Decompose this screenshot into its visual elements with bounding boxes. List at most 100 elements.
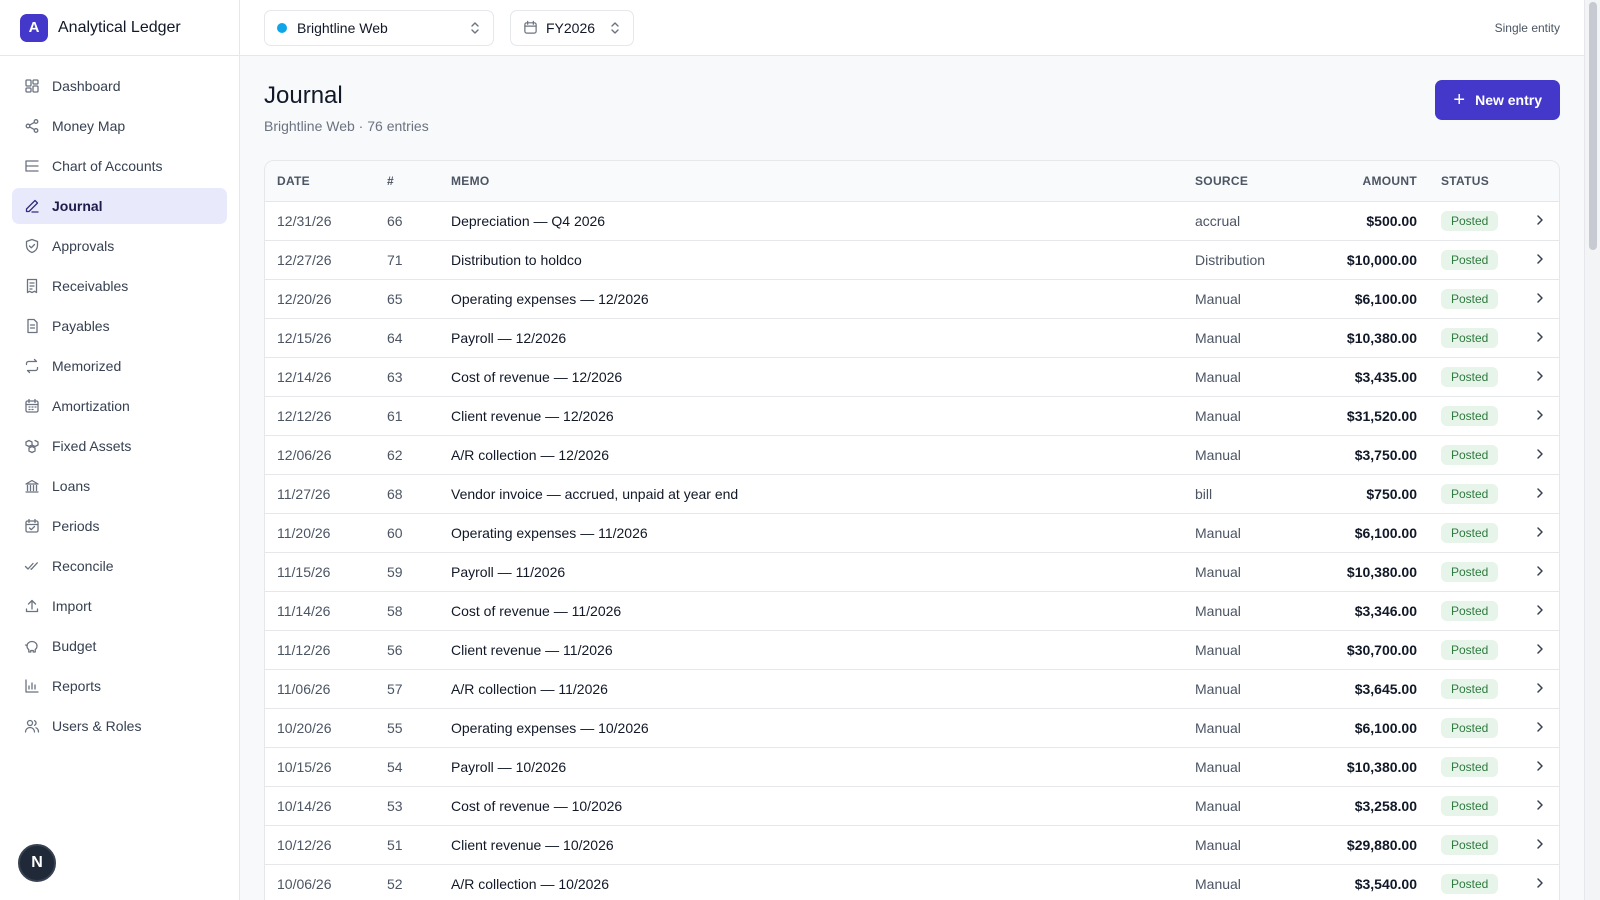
cell-number: 55 <box>387 720 403 736</box>
table-row[interactable]: 11/20/26 60 Operating expenses — 11/2026 Ma… <box>265 514 1559 553</box>
sidebar-item-reports[interactable]: Reports <box>12 668 227 704</box>
sidebar-item-journal[interactable]: Journal <box>12 188 227 224</box>
chevron-right-icon[interactable] <box>1517 447 1559 463</box>
cell-memo: Depreciation — Q4 2026 <box>451 213 606 229</box>
sidebar-item-import[interactable]: Import <box>12 588 227 624</box>
entity-select[interactable]: Brightline Web <box>264 9 494 46</box>
chevron-right-icon[interactable] <box>1517 213 1559 229</box>
cell-number: 64 <box>387 330 403 346</box>
chevron-right-icon[interactable] <box>1517 525 1559 541</box>
table-row[interactable]: 10/12/26 51 Client revenue — 10/2026 Manual… <box>265 826 1559 865</box>
cell-status: Posted <box>1417 679 1517 699</box>
header-date[interactable]: DATE <box>265 174 377 188</box>
sidebar-item-budget[interactable]: Budget <box>12 628 227 664</box>
chevron-right-icon[interactable] <box>1517 876 1559 892</box>
sidebar-item-label: Journal <box>52 198 103 214</box>
chevron-right-icon[interactable] <box>1517 486 1559 502</box>
sidebar-item-periods[interactable]: Periods <box>12 508 227 544</box>
new-entry-label: New entry <box>1475 92 1542 108</box>
sidebar-item-dashboard[interactable]: Dashboard <box>12 68 227 104</box>
sidebar-item-fixed-assets[interactable]: Fixed Assets <box>12 428 227 464</box>
cell-number: 53 <box>387 798 403 814</box>
table-row[interactable]: 12/27/26 71 Distribution to holdco Distribu… <box>265 241 1559 280</box>
assistant-bubble[interactable]: N <box>18 844 56 882</box>
status-badge: Posted <box>1441 406 1499 426</box>
sidebar-item-chart-of-accounts[interactable]: Chart of Accounts <box>12 148 227 184</box>
table-row[interactable]: 12/06/26 62 A/R collection — 12/2026 Manual… <box>265 436 1559 475</box>
cell-status: Posted <box>1417 328 1517 348</box>
sidebar-item-users-and-roles[interactable]: Users & Roles <box>12 708 227 744</box>
sidebar-item-payables[interactable]: Payables <box>12 308 227 344</box>
sidebar-item-money-map[interactable]: Money Map <box>12 108 227 144</box>
table-row[interactable]: 10/06/26 52 A/R collection — 10/2026 Manual… <box>265 865 1559 900</box>
table-row[interactable]: 11/15/26 59 Payroll — 11/2026 Manual $10,380… <box>265 553 1559 592</box>
header-memo[interactable]: MEMO <box>441 174 1193 188</box>
cell-source: Manual <box>1195 720 1241 736</box>
cell-memo: Operating expenses — 12/2026 <box>451 291 649 307</box>
status-badge: Posted <box>1441 211 1499 231</box>
cell-memo: A/R collection — 10/2026 <box>451 876 609 892</box>
sidebar-item-receivables[interactable]: Receivables <box>12 268 227 304</box>
cell-amount: $29,880.00 <box>1346 837 1417 853</box>
table-row[interactable]: 10/14/26 53 Cost of revenue — 10/2026 Manua… <box>265 787 1559 826</box>
cell-status: Posted <box>1417 601 1517 621</box>
piggy-bank-icon <box>24 638 40 654</box>
table-row[interactable]: 12/12/26 61 Client revenue — 12/2026 Manual… <box>265 397 1559 436</box>
table-row[interactable]: 11/27/26 68 Vendor invoice — accrued, unpa… <box>265 475 1559 514</box>
header-amount[interactable]: AMOUNT <box>1323 174 1417 188</box>
sidebar-item-label: Payables <box>52 318 110 334</box>
chevron-right-icon[interactable] <box>1517 603 1559 619</box>
shield-check-icon <box>24 238 40 254</box>
table-row[interactable]: 12/14/26 63 Cost of revenue — 12/2026 Manua… <box>265 358 1559 397</box>
fiscal-year-value: FY2026 <box>546 19 596 36</box>
table-row[interactable]: 11/14/26 58 Cost of revenue — 11/2026 Manua… <box>265 592 1559 631</box>
cell-memo: Cost of revenue — 10/2026 <box>451 798 623 814</box>
table-row[interactable]: 12/31/26 66 Depreciation — Q4 2026 accrual $… <box>265 202 1559 241</box>
chevron-right-icon[interactable] <box>1517 759 1559 775</box>
header-status[interactable]: STATUS <box>1417 174 1517 188</box>
chevron-up-down-icon <box>609 21 621 35</box>
chevron-right-icon[interactable] <box>1517 720 1559 736</box>
cell-source: Manual <box>1195 759 1241 775</box>
chevron-right-icon[interactable] <box>1517 369 1559 385</box>
table-row[interactable]: 10/15/26 54 Payroll — 10/2026 Manual $10,380… <box>265 748 1559 787</box>
table-row[interactable]: 10/20/26 55 Operating expenses — 10/2026 Ma… <box>265 709 1559 748</box>
table-row[interactable]: 12/15/26 64 Payroll — 12/2026 Manual $10,380… <box>265 319 1559 358</box>
new-entry-button[interactable]: + New entry <box>1435 80 1560 120</box>
table-row[interactable]: 12/20/26 65 Operating expenses — 12/2026 Ma… <box>265 280 1559 319</box>
cell-source: Manual <box>1195 876 1241 892</box>
sidebar-item-loans[interactable]: Loans <box>12 468 227 504</box>
chevron-right-icon[interactable] <box>1517 798 1559 814</box>
cell-status: Posted <box>1417 367 1517 387</box>
brand[interactable]: A Analytical Ledger <box>0 0 239 56</box>
header-source[interactable]: SOURCE <box>1193 174 1323 188</box>
chevron-right-icon[interactable] <box>1517 564 1559 580</box>
main-content: Journal Brightline Web · 76 entries + Ne… <box>240 56 1584 900</box>
sidebar-item-memorized[interactable]: Memorized <box>12 348 227 384</box>
chevron-right-icon[interactable] <box>1517 642 1559 658</box>
chevron-right-icon[interactable] <box>1517 291 1559 307</box>
chevron-right-icon[interactable] <box>1517 681 1559 697</box>
cell-date: 11/14/26 <box>277 603 331 619</box>
chevron-right-icon[interactable] <box>1517 330 1559 346</box>
chevron-right-icon[interactable] <box>1517 408 1559 424</box>
fiscal-year-select[interactable]: FY2026 <box>510 9 634 46</box>
cell-date: 10/06/26 <box>277 876 332 892</box>
table-row[interactable]: 11/12/26 56 Client revenue — 11/2026 Manual… <box>265 631 1559 670</box>
users-icon <box>24 718 40 734</box>
chevron-right-icon[interactable] <box>1517 252 1559 268</box>
sidebar-item-reconcile[interactable]: Reconcile <box>12 548 227 584</box>
cell-source: Manual <box>1195 330 1241 346</box>
cell-source: Manual <box>1195 447 1241 463</box>
cell-memo: Client revenue — 11/2026 <box>451 642 613 658</box>
cell-amount: $6,100.00 <box>1354 291 1417 307</box>
scrollbar-thumb[interactable] <box>1589 2 1597 250</box>
cell-source: Manual <box>1195 525 1241 541</box>
header-number[interactable]: # <box>377 174 441 188</box>
sidebar-item-amortization[interactable]: Amortization <box>12 388 227 424</box>
page-scrollbar[interactable] <box>1584 0 1600 900</box>
table-row[interactable]: 11/06/26 57 A/R collection — 11/2026 Manual… <box>265 670 1559 709</box>
sidebar-item-approvals[interactable]: Approvals <box>12 228 227 264</box>
chevron-right-icon[interactable] <box>1517 837 1559 853</box>
sidebar-item-label: Import <box>52 598 92 614</box>
